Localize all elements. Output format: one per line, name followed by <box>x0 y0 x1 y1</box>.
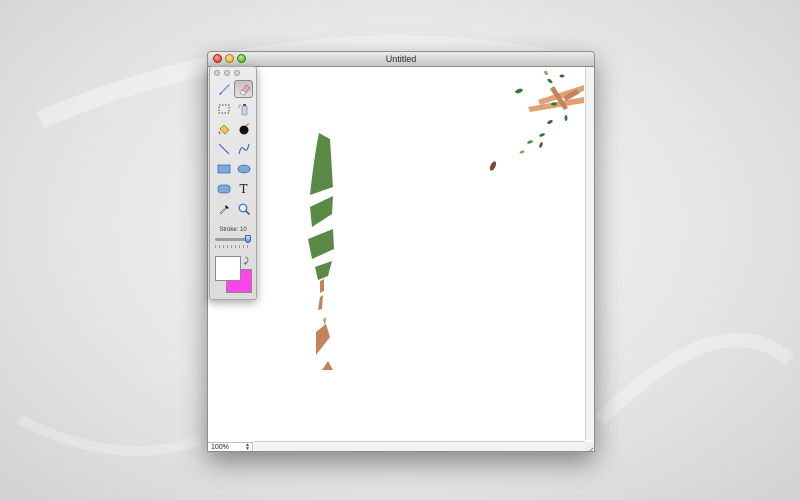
line-icon <box>218 143 229 155</box>
tree-trunk-fragment <box>318 295 323 310</box>
vertical-scrollbar[interactable] <box>585 67 594 440</box>
eraser-icon <box>239 84 250 96</box>
rounded-rectangle-tool[interactable] <box>214 180 233 198</box>
ellipse-icon <box>237 164 250 174</box>
magnifier-icon <box>238 203 250 216</box>
resize-grip-icon <box>589 447 594 451</box>
palette-zoom-button[interactable] <box>234 70 240 76</box>
horizontal-scrollbar[interactable] <box>254 441 585 451</box>
brush-icon <box>218 84 230 95</box>
title-bar[interactable]: Untitled <box>208 52 594 67</box>
rectangle-tool[interactable] <box>214 160 233 178</box>
foreground-color-swatch[interactable] <box>215 256 241 281</box>
leaf <box>544 70 548 76</box>
marquee-select-tool[interactable] <box>214 100 233 118</box>
eyedropper-tool[interactable] <box>214 200 233 218</box>
resize-grip[interactable] <box>585 442 594 451</box>
tree-trunk-fragment <box>320 279 324 293</box>
paint-bucket-tool[interactable] <box>214 120 233 138</box>
tree-trunk-fragment <box>322 361 333 370</box>
rectangle-icon <box>217 164 230 174</box>
leaf <box>564 115 568 121</box>
curve-tool[interactable] <box>234 140 253 158</box>
drawing-window: Untitled 100% ▲ ▼ <box>207 51 595 452</box>
paint-bucket-icon <box>218 124 229 135</box>
zoom-stepper-icon[interactable]: ▲ ▼ <box>245 443 250 452</box>
swap-colors-icon[interactable]: ⤸ <box>244 256 249 266</box>
tool-palette: T Stroke: 10 ⤸ <box>209 66 257 300</box>
leaf <box>515 88 523 94</box>
palette-close-button[interactable] <box>214 70 220 76</box>
zoom-level-field[interactable]: 100% ▲ ▼ <box>208 442 253 451</box>
stroke-size-label: Stroke: 10 <box>219 227 247 233</box>
stroke-slider-ticks <box>215 245 248 248</box>
tree-leaf-band <box>308 229 334 259</box>
bomb-icon <box>239 122 249 135</box>
leaf <box>551 102 557 106</box>
curve-icon <box>237 143 250 155</box>
line-tool[interactable] <box>214 140 233 158</box>
leaf <box>547 119 553 125</box>
brush-tool[interactable] <box>214 80 233 98</box>
tree-canopy <box>310 133 333 195</box>
stroke-slider-thumb[interactable] <box>245 235 251 243</box>
stroke-slider-track[interactable] <box>215 238 248 241</box>
leaf <box>559 74 565 78</box>
drawing-canvas[interactable] <box>208 67 584 440</box>
eraser-tool[interactable] <box>234 80 253 98</box>
text-tool[interactable]: T <box>234 180 253 198</box>
tree-trunk-fragment <box>316 324 330 355</box>
tree-trunk-fragment <box>323 317 326 325</box>
zoom-tool[interactable] <box>234 200 253 218</box>
tree-leaf-band <box>310 196 333 227</box>
ellipse-tool[interactable] <box>234 160 253 178</box>
rounded-rectangle-icon <box>217 184 230 194</box>
spray-can-tool[interactable] <box>234 100 253 118</box>
spray-can-icon <box>237 104 247 116</box>
leaf <box>527 140 533 144</box>
minimize-button[interactable] <box>225 54 234 63</box>
eyedropper-icon <box>219 205 229 215</box>
zoom-button[interactable] <box>237 54 246 63</box>
close-button[interactable] <box>213 54 222 63</box>
tree-leaf-band <box>315 261 332 280</box>
zoom-level-text: 100% <box>211 444 229 451</box>
window-title: Untitled <box>385 54 417 64</box>
leaf <box>547 78 553 84</box>
text-icon: T <box>239 182 248 196</box>
palette-minimize-button[interactable] <box>224 70 230 76</box>
bomb-tool[interactable] <box>234 120 253 138</box>
marquee-icon <box>218 104 229 114</box>
leaf <box>489 161 497 171</box>
leaf <box>539 142 543 148</box>
leaf <box>539 133 545 137</box>
canvas-artwork <box>308 70 584 370</box>
leaf <box>519 150 525 154</box>
